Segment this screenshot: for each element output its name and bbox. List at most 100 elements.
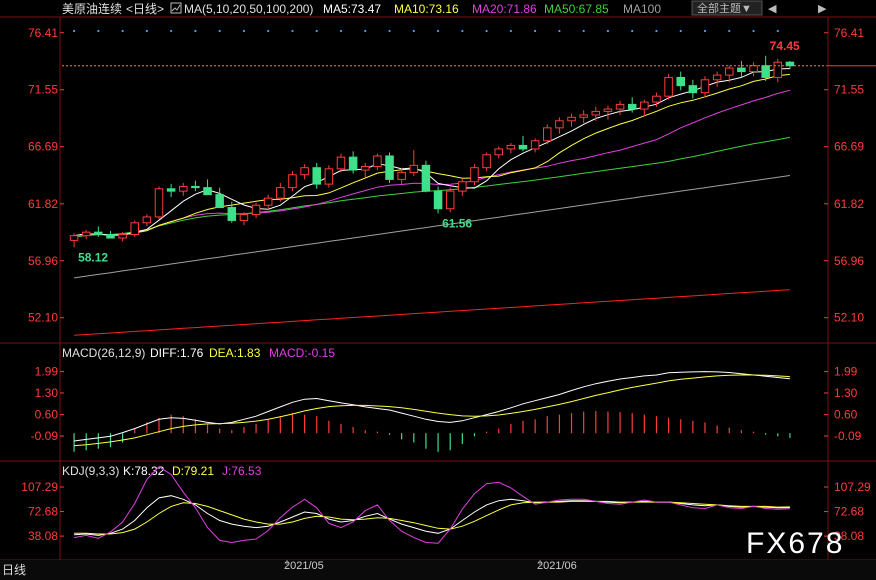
price-tick-label-left: 61.82 [28, 197, 58, 211]
candle-body [179, 185, 188, 192]
price-tick-label-right: 52.10 [834, 311, 864, 325]
candle-body [688, 85, 698, 94]
candle-body [749, 65, 758, 73]
kdj-k-value: K:78.32 [123, 464, 165, 478]
low-price-label: 61.56 [442, 216, 472, 230]
price-tick-label-right: 56.96 [834, 254, 864, 268]
ma10-value: MA10:73.16 [394, 2, 459, 16]
candle-body [215, 194, 224, 209]
candle-body [130, 222, 139, 236]
event-marker [485, 29, 488, 33]
ma5-line [74, 68, 790, 237]
macd-tick-label-left: 1.99 [35, 365, 59, 379]
macd-tick-label-left: -0.09 [31, 429, 59, 443]
macd-axis: 1.99 1.99 1.30 1.30 0.60 0.60 -0.09 -0.09 [31, 365, 862, 443]
candle-body [700, 79, 710, 94]
candle-body [591, 110, 601, 116]
candle-body [773, 61, 783, 78]
candle-body [555, 120, 564, 129]
ma100-value: MA100 [623, 2, 661, 16]
candle-body [69, 235, 79, 241]
ma10-line [74, 73, 790, 237]
macd-title: MACD(26,12,9) [62, 346, 145, 360]
candle-body [239, 214, 249, 221]
event-marker [461, 29, 464, 33]
nav-prev-button[interactable]: ◀ [768, 3, 777, 15]
candle-body [712, 74, 722, 81]
kdj-d-line [74, 500, 790, 535]
event-marker [72, 29, 76, 33]
chart-frame [0, 16, 876, 580]
candle-body [725, 67, 734, 76]
nav-next-button[interactable]: ▶ [818, 3, 827, 15]
macd-dea-value: DEA:1.83 [209, 346, 261, 360]
price-tick-label-right: 61.82 [834, 197, 864, 211]
event-marker [194, 29, 197, 33]
macd-hist-value: MACD:-0.15 [269, 346, 335, 360]
candle-body [227, 207, 237, 221]
kdj-plot [74, 466, 790, 544]
candle-body [312, 167, 321, 185]
period-tab-daily[interactable]: 日线 [2, 563, 26, 577]
event-marker [218, 29, 221, 33]
indicator-settings-icon[interactable] [170, 2, 182, 14]
event-marker [655, 29, 658, 33]
event-marker [679, 29, 682, 33]
candle-body [203, 187, 212, 196]
event-marker [315, 29, 318, 33]
event-marker [534, 29, 537, 33]
event-marker [776, 29, 779, 33]
candle-body [603, 108, 613, 112]
candle-body [276, 187, 285, 199]
candle-body [385, 155, 394, 180]
event-marker [170, 29, 173, 33]
macd-tick-label-right: 1.99 [834, 365, 858, 379]
candle-body [94, 231, 103, 236]
price-tick-label-left: 71.55 [28, 83, 58, 97]
candle-body [567, 116, 576, 122]
macd-tick-label-right: 0.60 [834, 408, 858, 422]
candle-body [142, 216, 152, 224]
candle-body [373, 155, 382, 168]
kdj-tick-label-left: 38.08 [28, 529, 58, 543]
candle-body [300, 167, 309, 176]
macd-tick-label-right: -0.09 [834, 429, 862, 443]
event-marker [728, 29, 731, 33]
event-marker [339, 29, 343, 33]
macd-tick-label-left: 0.60 [35, 408, 59, 422]
price-plot: 74.45 61.56 58.12 [62, 29, 876, 336]
candle-body [81, 231, 91, 237]
event-marker [582, 29, 585, 33]
candle-body [118, 234, 127, 239]
candle-body [409, 164, 419, 173]
candle-body [652, 95, 661, 103]
candle-body [482, 154, 491, 169]
event-marker [364, 29, 367, 33]
candle-body [251, 204, 261, 216]
price-tick-label-right: 66.69 [834, 140, 864, 154]
candle-body [421, 164, 431, 192]
period-label[interactable]: <日线> [126, 2, 164, 16]
candle-body [288, 174, 297, 189]
candle-body [676, 76, 685, 87]
kdj-d-value: D:79.21 [172, 464, 214, 478]
candle-body [627, 103, 637, 110]
ma5-value: MA5:73.47 [323, 2, 381, 16]
low-price-label: 58.12 [78, 250, 108, 264]
candle-body [761, 65, 770, 78]
candle-body [543, 127, 552, 142]
candle-body [397, 171, 406, 180]
candle-body [166, 188, 176, 192]
high-price-label: 74.45 [770, 39, 800, 53]
event-marker [703, 29, 707, 33]
candle-body [445, 190, 455, 210]
candle-body [470, 167, 479, 183]
kdj-j-line [74, 466, 790, 544]
event-marker [752, 29, 755, 33]
candle-body [506, 144, 516, 150]
event-marker [606, 29, 610, 33]
candle-body [579, 114, 588, 118]
event-marker [242, 29, 246, 33]
ma20-value: MA20:71.86 [472, 2, 537, 16]
kdj-k-line [74, 495, 790, 536]
